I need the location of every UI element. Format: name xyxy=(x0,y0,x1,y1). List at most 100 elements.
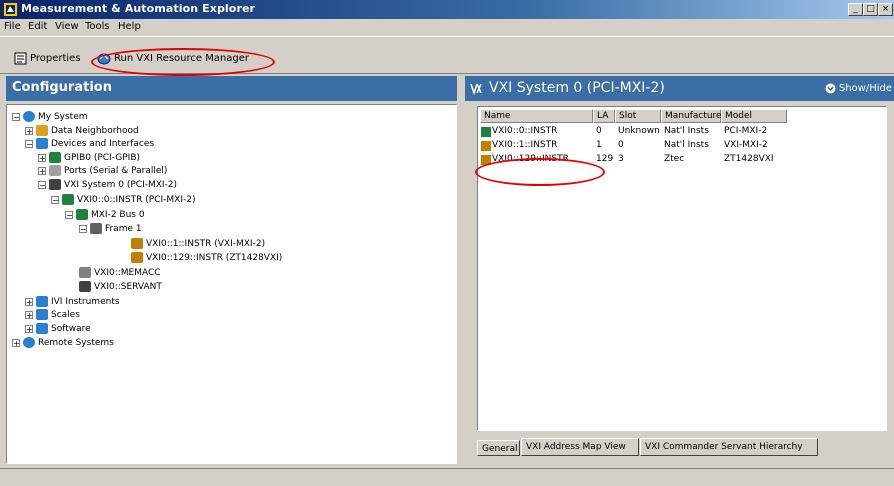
module-icon xyxy=(131,238,143,249)
table-cell: ZT1428VXI xyxy=(724,154,774,164)
data-neighborhood-icon xyxy=(36,125,48,136)
status-bar xyxy=(0,468,894,486)
tree-node-label: VXI0::SERVANT xyxy=(94,281,162,292)
properties-icon xyxy=(14,52,27,64)
collapse-icon[interactable]: − xyxy=(79,224,87,233)
tree-node[interactable]: VXI0::129::INSTR (ZT1428VXI) xyxy=(131,251,282,264)
collapse-icon[interactable]: − xyxy=(51,195,59,204)
expand-icon[interactable]: + xyxy=(38,166,46,175)
ports-icon xyxy=(49,165,61,176)
remote-systems-icon xyxy=(23,337,35,348)
configuration-tree[interactable]: − My System + Data Neighborhood − Devices and… xyxy=(6,104,457,464)
tree-node[interactable]: + GPIB0 (PCI-GPIB) xyxy=(38,151,140,164)
tree-node[interactable]: + Data Neighborhood xyxy=(25,124,139,137)
tree-node[interactable]: + Software xyxy=(25,322,91,335)
ivi-icon xyxy=(36,296,48,307)
devices-folder-icon xyxy=(36,138,48,149)
tree-node[interactable]: − MXI-2 Bus 0 xyxy=(65,208,145,221)
table-cell: Nat'l Insts xyxy=(664,140,709,150)
tree-node-label: Frame 1 xyxy=(105,223,142,234)
vxi-system-icon xyxy=(470,83,482,95)
tree-node[interactable]: VXI0::1::INSTR (VXI-MXI-2) xyxy=(131,237,265,250)
expand-icon[interactable]: + xyxy=(12,338,20,347)
tree-node-label: Software xyxy=(51,323,91,334)
tree-node[interactable]: + Remote Systems xyxy=(12,336,114,349)
resource-list[interactable]: Name LA Slot Manufacturer Model VXI0::0:… xyxy=(477,106,887,431)
col-model-header[interactable]: Model xyxy=(721,109,787,123)
module-icon xyxy=(481,155,491,165)
expand-icon[interactable]: + xyxy=(25,297,33,306)
table-cell: 0 xyxy=(596,126,602,136)
col-manufacturer-header[interactable]: Manufacturer xyxy=(661,109,725,123)
frame-icon xyxy=(90,223,102,234)
tab-vxi-commander-servant-hierarchy[interactable]: VXI Commander Servant Hierarchy xyxy=(640,438,818,456)
expand-icon[interactable]: + xyxy=(25,324,33,333)
run-vxi-label: Run VXI Resource Manager xyxy=(114,52,250,64)
gpib-icon xyxy=(49,152,61,163)
tree-node[interactable]: − Frame 1 xyxy=(79,222,142,235)
menu-edit[interactable]: Edit xyxy=(28,21,47,32)
collapse-icon[interactable]: − xyxy=(12,112,20,121)
software-icon xyxy=(36,323,48,334)
col-la-header[interactable]: LA xyxy=(593,109,615,123)
mae-app-icon xyxy=(4,3,17,16)
tree-node[interactable]: − VXI0::0::INSTR (PCI-MXI-2) xyxy=(51,193,195,206)
tree-node[interactable]: VXI0::SERVANT xyxy=(79,280,162,293)
menu-tools[interactable]: Tools xyxy=(85,21,110,32)
detail-header: VXI System 0 (PCI-MXI-2) Show/Hide xyxy=(465,76,894,101)
collapse-icon[interactable]: − xyxy=(65,210,73,219)
tree-node-label: Remote Systems xyxy=(38,337,114,348)
vxi-system-icon xyxy=(49,179,61,190)
menu-file[interactable]: File xyxy=(4,21,21,32)
help-icon xyxy=(825,83,836,94)
tab-general[interactable]: General xyxy=(477,440,520,456)
expand-icon[interactable]: + xyxy=(25,310,33,319)
run-resman-icon xyxy=(97,53,111,64)
board-icon xyxy=(62,194,74,205)
tree-node[interactable]: + IVI Instruments xyxy=(25,295,120,308)
table-cell: Ztec xyxy=(664,154,685,164)
table-cell: 3 xyxy=(618,154,624,164)
table-cell: 1 xyxy=(596,140,602,150)
tab-vxi-address-map-view[interactable]: VXI Address Map View xyxy=(521,438,639,456)
close-button[interactable]: × xyxy=(878,3,893,16)
detail-title: VXI System 0 (PCI-MXI-2) xyxy=(489,80,665,96)
col-slot-header[interactable]: Slot xyxy=(615,109,661,123)
tree-node-label: GPIB0 (PCI-GPIB) xyxy=(64,152,141,163)
run-vxi-resource-manager-button[interactable]: Run VXI Resource Manager xyxy=(97,50,249,66)
table-cell: PCI-MXI-2 xyxy=(724,126,768,136)
tree-node[interactable]: − VXI System 0 (PCI-MXI-2) xyxy=(38,178,177,191)
tree-node-label: Ports (Serial & Parallel) xyxy=(64,165,168,176)
table-cell: 0 xyxy=(618,140,624,150)
collapse-icon[interactable]: − xyxy=(38,180,46,189)
expand-icon[interactable]: + xyxy=(25,126,33,135)
servant-icon xyxy=(79,281,91,292)
computer-icon xyxy=(23,111,35,122)
properties-label: Properties xyxy=(30,52,81,64)
show-hide-button[interactable]: Show/Hide xyxy=(825,83,892,94)
maximize-button[interactable]: □ xyxy=(863,3,878,16)
properties-button[interactable]: Properties xyxy=(14,50,81,66)
menu-bar: File Edit View Tools Help xyxy=(0,19,894,36)
tree-node[interactable]: − Devices and Interfaces xyxy=(25,137,154,150)
tree-node[interactable]: − My System xyxy=(12,110,88,123)
table-cell: Unknown xyxy=(618,126,660,136)
table-cell: VXI-MXI-2 xyxy=(724,140,768,150)
table-row-name[interactable]: VXI0::129::INSTR xyxy=(492,154,569,164)
menu-help[interactable]: Help xyxy=(118,21,141,32)
tree-node[interactable]: + Ports (Serial & Parallel) xyxy=(38,164,167,177)
tree-node-label: VXI0::0::INSTR (PCI-MXI-2) xyxy=(77,194,196,205)
collapse-icon[interactable]: − xyxy=(25,139,33,148)
show-hide-label: Show/Hide xyxy=(838,83,892,94)
tree-node-label: Scales xyxy=(51,309,80,320)
expand-icon[interactable]: + xyxy=(38,153,46,162)
minimize-button[interactable]: _ xyxy=(848,3,863,16)
tree-node[interactable]: + Scales xyxy=(25,308,80,321)
menu-view[interactable]: View xyxy=(55,21,79,32)
table-row-name[interactable]: VXI0::1::INSTR xyxy=(492,140,557,150)
tree-node-label: VXI0::1::INSTR (VXI-MXI-2) xyxy=(146,238,266,249)
table-row-name[interactable]: VXI0::0::INSTR xyxy=(492,126,557,136)
tree-node[interactable]: VXI0::MEMACC xyxy=(79,266,161,279)
tree-node-label: VXI System 0 (PCI-MXI-2) xyxy=(64,179,178,190)
col-name-header[interactable]: Name xyxy=(480,109,593,123)
